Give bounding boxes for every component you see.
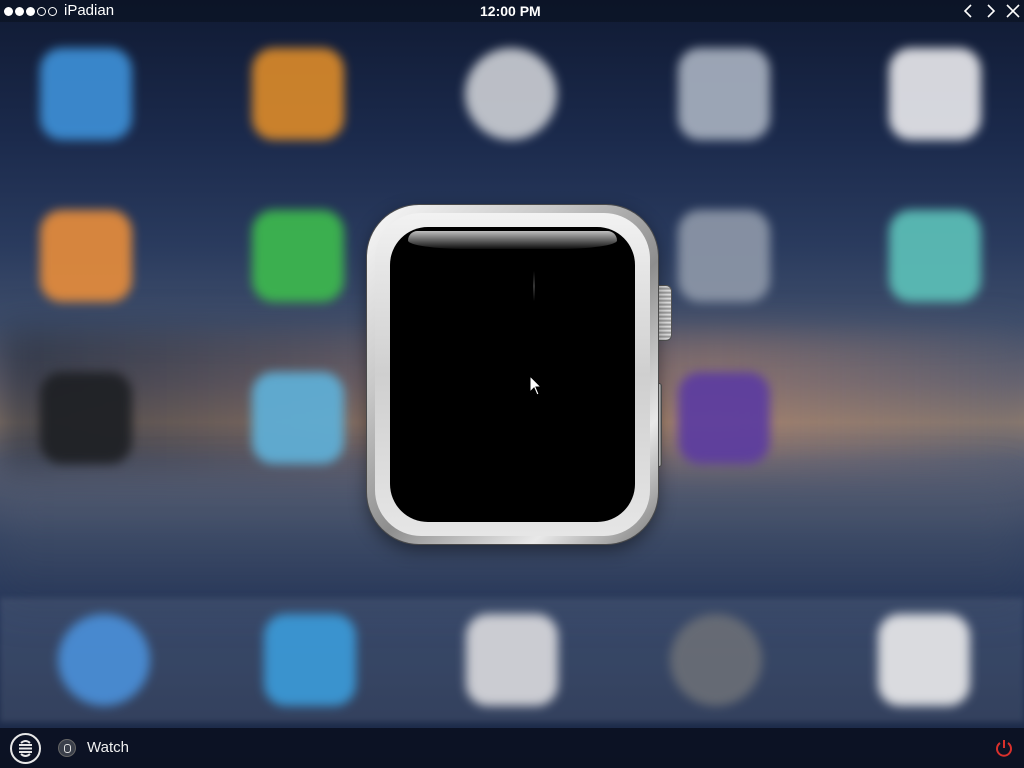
weather-icon[interactable] <box>252 372 344 464</box>
close-icon[interactable] <box>1005 3 1021 19</box>
carrier-name: iPadian <box>64 2 115 19</box>
mail-icon[interactable] <box>264 614 356 706</box>
status-time: 12:00 PM <box>480 3 541 19</box>
signal-strength-icon <box>4 0 57 22</box>
screen-reflection <box>533 271 535 301</box>
messages-icon[interactable] <box>252 210 344 302</box>
apps-icon[interactable] <box>466 614 558 706</box>
clock-icon[interactable] <box>465 48 557 140</box>
settings-icon[interactable] <box>678 48 770 140</box>
watch-app-icon[interactable] <box>58 739 76 757</box>
health-icon[interactable] <box>889 48 981 140</box>
signal-dot <box>48 6 57 16</box>
chevron-right-icon[interactable] <box>983 3 999 19</box>
clips-icon[interactable] <box>889 210 981 302</box>
signal-dot <box>26 6 35 16</box>
signal-dot <box>15 6 24 16</box>
blank-icon[interactable] <box>678 210 770 302</box>
signal-dot <box>4 6 13 16</box>
camera-icon[interactable] <box>40 372 132 464</box>
ipadian-logo-icon[interactable] <box>10 733 41 764</box>
chevron-left-icon[interactable] <box>960 3 976 19</box>
watch-case <box>367 205 658 544</box>
music-icon[interactable] <box>670 614 762 706</box>
photos-icon[interactable] <box>878 614 970 706</box>
power-icon[interactable] <box>994 738 1014 758</box>
signal-dot <box>37 6 46 16</box>
mouse-pointer-icon <box>529 375 543 396</box>
mail-orange-icon[interactable] <box>40 210 132 302</box>
taskbar: Watch <box>0 728 1024 768</box>
app-store-icon[interactable] <box>40 48 132 140</box>
ibooks-icon[interactable] <box>252 48 344 140</box>
safari-icon[interactable] <box>58 614 150 706</box>
status-bar: iPadian 12:00 PM <box>0 0 1024 22</box>
watch-screen[interactable] <box>390 227 635 522</box>
cloud-app-icon[interactable] <box>678 372 770 464</box>
watch-bezel <box>375 213 650 536</box>
running-app-label[interactable]: Watch <box>87 728 129 768</box>
